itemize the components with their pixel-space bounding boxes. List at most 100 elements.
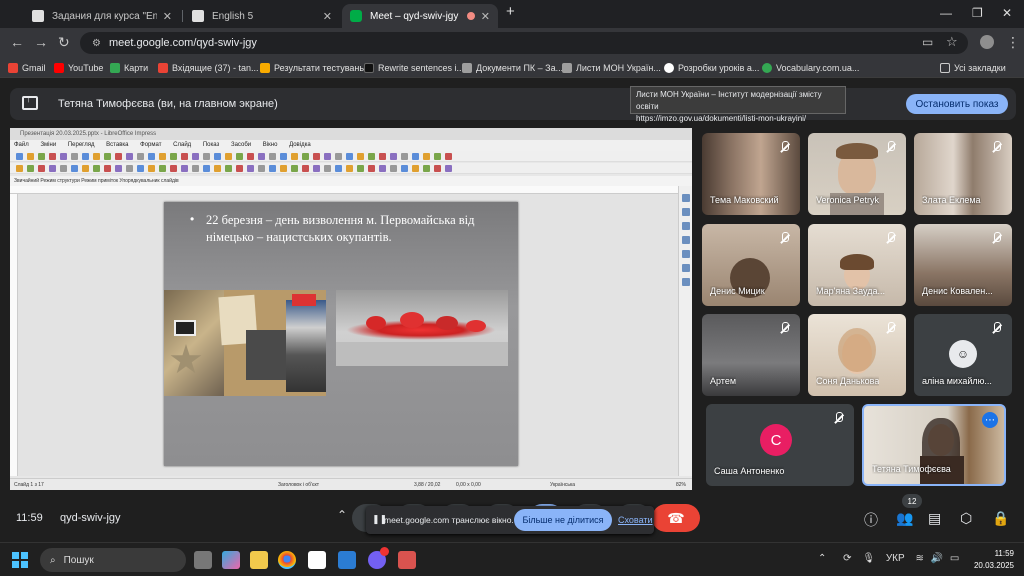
toolbar-tool-icon[interactable] — [93, 153, 100, 160]
task-view-icon[interactable] — [194, 551, 212, 569]
toolbar-tool-icon[interactable] — [38, 153, 45, 160]
document-icon[interactable] — [308, 551, 326, 569]
toolbar-tool-icon[interactable] — [27, 165, 34, 172]
toolbar-tool-icon[interactable] — [104, 165, 111, 172]
toolbar-tool-icon[interactable] — [434, 165, 441, 172]
sync-icon[interactable]: ⟳ — [843, 553, 851, 564]
toolbar-tool-icon[interactable] — [203, 165, 210, 172]
profile-avatar[interactable] — [980, 35, 994, 49]
menu-show[interactable]: Показ — [203, 142, 219, 148]
info-icon[interactable]: ⓘ — [864, 510, 878, 530]
toolbar-tool-icon[interactable] — [137, 165, 144, 172]
bookmark-vocabulary[interactable]: Vocabulary.com.ua... — [762, 61, 859, 75]
toolbar-tool-icon[interactable] — [313, 165, 320, 172]
back-icon[interactable]: ← — [10, 34, 24, 50]
participant-tile[interactable]: Тема Маковский — [702, 133, 800, 215]
end-call-button[interactable]: ☎ — [652, 504, 700, 532]
toolbar-tool-icon[interactable] — [170, 165, 177, 172]
toolbar-tool-icon[interactable] — [16, 153, 23, 160]
chrome-icon[interactable] — [278, 551, 296, 569]
bookmark-youtube[interactable]: YouTube — [54, 61, 103, 75]
participant-tile[interactable]: Veronica Petryk — [808, 133, 906, 215]
tab-meet[interactable]: Meet – qyd-swiv-jgy ✕ — [342, 4, 498, 28]
participant-tile[interactable]: Денис Ковален... — [914, 224, 1012, 306]
toolbar-tool-icon[interactable] — [159, 153, 166, 160]
toolbar-tool-icon[interactable] — [324, 153, 331, 160]
toolbar-tool-icon[interactable] — [346, 165, 353, 172]
toolbar-tool-icon[interactable] — [412, 153, 419, 160]
bookmark-maps[interactable]: Карти — [110, 61, 148, 75]
toolbar-tool-icon[interactable] — [247, 153, 254, 160]
reload-icon[interactable]: ↻ — [58, 34, 70, 51]
close-icon[interactable]: ✕ — [481, 10, 490, 23]
animation-icon[interactable] — [682, 222, 690, 230]
menu-window[interactable]: Вікно — [263, 142, 278, 148]
menu-file[interactable]: Файл — [14, 142, 29, 148]
bookmark-test-results[interactable]: Результати тестувань — [260, 61, 364, 75]
participant-tile-self[interactable]: ⋯ Тетяна Тимофєєва — [862, 404, 1006, 486]
participant-tile[interactable]: Соня Данькова — [808, 314, 906, 396]
volume-icon[interactable]: 🔊 — [931, 553, 943, 564]
toolbar-tool-icon[interactable] — [269, 153, 276, 160]
toolbar-tool-icon[interactable] — [82, 165, 89, 172]
toolbar-tool-icon[interactable] — [280, 153, 287, 160]
menu-tools[interactable]: Засоби — [231, 142, 251, 148]
stop-presenting-button[interactable]: Остановить показ — [906, 94, 1008, 114]
menu-format[interactable]: Формат — [140, 142, 161, 148]
toolbar-tool-icon[interactable] — [269, 165, 276, 172]
toolbar-tool-icon[interactable] — [71, 165, 78, 172]
tab-english-5[interactable]: English 5 ✕ — [184, 4, 340, 28]
toolbar-tool-icon[interactable] — [236, 165, 243, 172]
toolbar-tool-icon[interactable] — [258, 165, 265, 172]
current-slide[interactable]: • 22 березня – день визволення м. Первом… — [164, 202, 518, 466]
bookmark-rewrite[interactable]: Rewrite sentences i... — [364, 61, 464, 75]
toolbar-tool-icon[interactable] — [49, 165, 56, 172]
navigator-icon[interactable] — [682, 278, 690, 286]
menu-help[interactable]: Довідка — [289, 142, 311, 148]
toolbar-tool-icon[interactable] — [115, 165, 122, 172]
impress-icon[interactable] — [398, 551, 416, 569]
bookmark-mon-letters[interactable]: Листи МОН Україн... — [562, 61, 661, 75]
toolbar-tool-icon[interactable] — [379, 165, 386, 172]
toolbar-tool-icon[interactable] — [390, 165, 397, 172]
participant-tile[interactable]: ☺ аліна михайлю... — [914, 314, 1012, 396]
wifi-icon[interactable]: ≋ — [915, 553, 923, 564]
close-icon[interactable]: ✕ — [323, 10, 332, 23]
toolbar-tool-icon[interactable] — [291, 165, 298, 172]
toolbar-tool-icon[interactable] — [434, 153, 441, 160]
file-explorer-icon[interactable] — [250, 551, 268, 569]
address-bar[interactable]: ⚙ meet.google.com/qyd-swiv-jgy — [80, 32, 968, 54]
menu-icon[interactable]: ⋮ — [1006, 34, 1020, 51]
toolbar-tool-icon[interactable] — [16, 165, 23, 172]
toolbar-tool-icon[interactable] — [423, 153, 430, 160]
toolbar-tool-icon[interactable] — [126, 165, 133, 172]
toolbar-tool-icon[interactable] — [27, 153, 34, 160]
camera-icon[interactable]: ▭ — [922, 35, 933, 49]
menu-view[interactable]: Перегляд — [68, 142, 95, 148]
minimize-icon[interactable]: — — [940, 6, 952, 20]
menu-edit[interactable]: Зміни — [40, 142, 56, 148]
hide-notification-link[interactable]: Сховати — [618, 515, 653, 525]
toolbar-tool-icon[interactable] — [60, 153, 67, 160]
toolbar-tool-icon[interactable] — [401, 153, 408, 160]
master-slides-icon[interactable] — [682, 236, 690, 244]
toolbar-tool-icon[interactable] — [236, 153, 243, 160]
gallery-icon[interactable] — [682, 264, 690, 272]
all-bookmarks[interactable]: Усі закладки — [940, 61, 1006, 75]
toolbar-tool-icon[interactable] — [159, 165, 166, 172]
bookmark-inbox[interactable]: Вхідящие (37) - tan... — [158, 61, 258, 75]
toolbar-tool-icon[interactable] — [214, 165, 221, 172]
toolbar-tool-icon[interactable] — [291, 153, 298, 160]
toolbar-tool-icon[interactable] — [181, 153, 188, 160]
toolbar-tool-icon[interactable] — [203, 153, 210, 160]
new-tab-button[interactable]: + — [506, 3, 515, 20]
participant-tile[interactable]: Мар'яна Зауда... — [808, 224, 906, 306]
word-icon[interactable] — [338, 551, 356, 569]
toolbar-tool-icon[interactable] — [137, 153, 144, 160]
site-info-icon[interactable]: ⚙ — [92, 38, 101, 49]
windows-start-icon[interactable] — [12, 552, 28, 568]
battery-icon[interactable]: ▭ — [950, 553, 959, 564]
bookmark-star-icon[interactable]: ☆ — [946, 34, 958, 50]
host-controls-icon[interactable]: 🔒 — [992, 510, 1009, 527]
toolbar-tool-icon[interactable] — [192, 153, 199, 160]
